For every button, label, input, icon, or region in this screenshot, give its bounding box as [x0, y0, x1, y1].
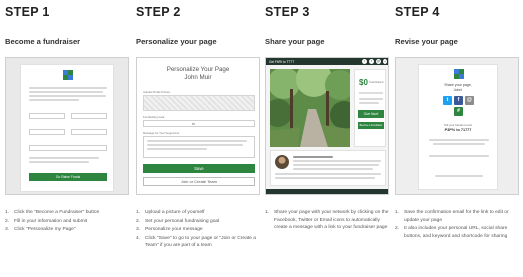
hero-photo: [270, 69, 350, 147]
go-raise-funds-button[interactable]: Go Raise Funds: [29, 173, 107, 181]
instruction-item: 2. Set your personal fundraising goal: [136, 218, 220, 224]
step-3-screenshot: Get FitFit to TTTT t f @ + $0 Total Rais…: [265, 57, 389, 195]
step-1-column: STEP 1 Become a fundraiser Go Raise Fund…: [5, 0, 129, 277]
last-name-field[interactable]: [71, 113, 107, 119]
step-4-label: STEP 4: [395, 5, 440, 19]
instruction-item: 4. Click "Save" to go to your page or "Jo…: [136, 235, 256, 249]
instruction-item: 2. It also includes your personal URL, so…: [395, 226, 508, 239]
team-select[interactable]: [29, 145, 107, 151]
organization-logo-icon: [63, 70, 73, 80]
twitter-icon[interactable]: t: [443, 96, 452, 105]
site-header: Get FitFit to TTTT t f @ +: [266, 58, 388, 65]
fundraiser-story: [270, 150, 386, 186]
step-1-title: Become a fundraiser: [5, 37, 81, 46]
step-1-label: STEP 1: [5, 5, 50, 19]
instruction-item: 3. Personalize your message: [136, 227, 203, 233]
message-textarea[interactable]: [143, 136, 255, 158]
instruction-item: 2. Fill in your information and submit: [5, 218, 88, 224]
step-2-instructions: 1. Upload a picture of yourself 2. Set you…: [136, 209, 262, 251]
message-label: Message for Your Supporters: [143, 131, 180, 135]
join-or-create-team-button[interactable]: Join or Create Team: [143, 177, 255, 186]
give-now-button[interactable]: Give Now!: [358, 110, 384, 118]
facebook-icon[interactable]: f: [369, 59, 374, 64]
step-4-instructions: 1. Save the confirmation email for the li…: [395, 209, 521, 241]
step-2-title: Personalize your page: [136, 37, 217, 46]
instruction-item: 3. Click "Personalize my Page": [5, 227, 76, 233]
link-icon[interactable]: +: [383, 59, 387, 64]
forest-path-illustration: [270, 69, 350, 147]
organization-logo-icon: [454, 69, 464, 79]
instruction-item: 1. Share your page with your network by c…: [265, 210, 389, 231]
email-icon[interactable]: @: [376, 59, 381, 64]
phone-field[interactable]: [71, 129, 107, 135]
goal-progress-bar: [359, 92, 383, 94]
step-4-screenshot: Share your page, John! t f @ # Tell your…: [395, 57, 519, 195]
instruction-item: 1. Upload a picture of yourself: [136, 210, 205, 215]
avatar: [275, 155, 289, 169]
instruction-item: 1. Click the "Become a Fundraiser" button: [5, 210, 100, 215]
twitter-icon[interactable]: t: [362, 59, 367, 64]
signup-card: Go Raise Funds: [20, 64, 114, 192]
step-4-column: STEP 4 Revise your page Share your page,…: [395, 0, 519, 277]
step-2-screenshot: Personalize Your Page John Muir Upload P…: [136, 57, 260, 195]
share-heading: Share your page, John!: [444, 83, 472, 92]
personalize-heading: Personalize Your Page John Muir: [166, 66, 230, 81]
sms-icon[interactable]: #: [454, 107, 463, 116]
upload-label: Upload Profile Picture: [143, 90, 171, 94]
tell-friends-text: Tell your friends to text: [444, 123, 472, 127]
site-name: Get FitFit to TTTT: [269, 59, 295, 64]
donation-panel: $0 Total Raised Give Now! Become a Fundr…: [354, 69, 386, 147]
site-footer: [266, 189, 388, 194]
step-4-title: Revise your page: [395, 37, 458, 46]
raised-label: Total Raised: [369, 81, 384, 84]
keyword-shortcode: P3P% to 71777: [444, 128, 472, 132]
first-name-field[interactable]: [29, 113, 65, 119]
email-icon[interactable]: @: [465, 96, 474, 105]
confirmation-email: Share your page, John! t f @ # Tell your…: [418, 64, 498, 190]
become-fundraiser-button[interactable]: Become a Fundraiser: [358, 122, 384, 129]
save-button[interactable]: Save: [143, 164, 255, 173]
goal-label: Fundraising Goal: [143, 115, 165, 119]
step-3-label: STEP 3: [265, 5, 310, 19]
step-3-title: Share your page: [265, 37, 325, 46]
upload-dropzone[interactable]: [143, 95, 255, 111]
step-3-column: STEP 3 Share your page Get FitFit to TTT…: [265, 0, 389, 277]
step-1-screenshot: Go Raise Funds: [5, 57, 129, 195]
facebook-icon[interactable]: f: [454, 96, 463, 105]
goal-field[interactable]: 50: [143, 120, 255, 127]
goal-value: 50: [192, 122, 195, 126]
step-2-column: STEP 2 Personalize your page Personalize…: [136, 0, 260, 277]
raised-amount: $0: [359, 78, 368, 87]
step-2-label: STEP 2: [136, 5, 181, 19]
email-field[interactable]: [29, 129, 65, 135]
instruction-item: 1. Save the confirmation email for the li…: [395, 210, 509, 223]
step-3-instructions: 1. Share your page with your network by c…: [265, 209, 391, 233]
step-1-instructions: 1. Click the "Become a Fundraiser" button…: [5, 209, 131, 235]
